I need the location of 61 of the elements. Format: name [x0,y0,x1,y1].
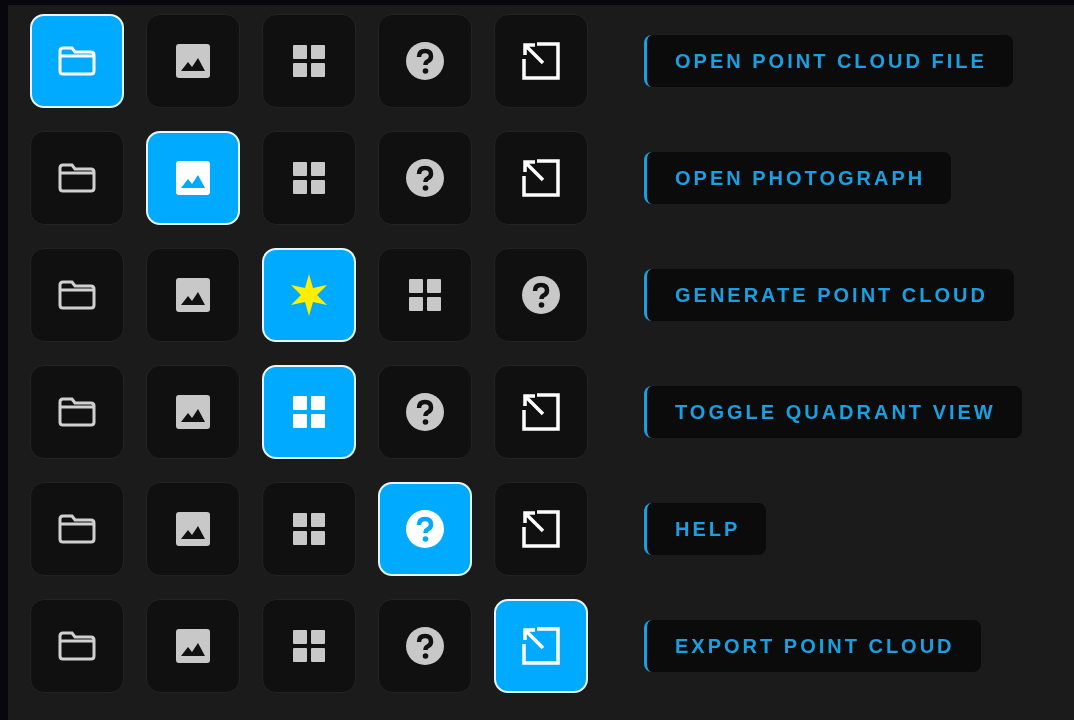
image-icon [175,277,211,313]
grid-button[interactable] [262,482,356,576]
help-icon [406,393,444,431]
image-button[interactable] [146,599,240,693]
folder-button[interactable] [30,248,124,342]
export-icon [521,626,561,666]
grid-icon [409,279,441,311]
export-icon [521,41,561,81]
image-icon [175,160,211,196]
help-icon [522,276,560,314]
export-button[interactable] [494,482,588,576]
grid-button[interactable] [378,248,472,342]
help-button[interactable] [378,599,472,693]
export-button[interactable] [494,365,588,459]
image-button[interactable] [146,248,240,342]
folder-button[interactable] [30,599,124,693]
action-label: OPEN PHOTOGRAPH [644,152,952,204]
action-label: TOGGLE QUADRANT VIEW [644,386,1022,438]
help-button[interactable] [378,131,472,225]
image-button[interactable] [146,365,240,459]
grid-button[interactable] [262,131,356,225]
export-icon [521,158,561,198]
grid-icon [293,396,325,428]
export-icon [521,509,561,549]
folder-icon [57,279,97,311]
star-button[interactable] [262,248,356,342]
image-icon [175,394,211,430]
image-icon [175,43,211,79]
folder-icon [57,45,97,77]
help-icon [406,42,444,80]
help-icon [406,510,444,548]
action-label: EXPORT POINT CLOUD [644,620,981,672]
grid-icon [293,45,325,77]
grid-icon [293,162,325,194]
folder-icon [57,630,97,662]
action-label: HELP [644,503,767,555]
help-icon [406,159,444,197]
image-button[interactable] [146,482,240,576]
folder-button[interactable] [30,365,124,459]
folder-icon [57,513,97,545]
grid-button[interactable] [262,599,356,693]
help-button[interactable] [378,365,472,459]
image-icon [175,628,211,664]
export-button[interactable] [494,14,588,108]
grid-button[interactable] [262,14,356,108]
help-button[interactable] [494,248,588,342]
folder-icon [57,162,97,194]
folder-icon [57,396,97,428]
image-icon [175,511,211,547]
folder-button[interactable] [30,482,124,576]
star-icon [289,274,329,316]
image-button[interactable] [146,14,240,108]
help-button[interactable] [378,14,472,108]
help-icon [406,627,444,665]
export-icon [521,392,561,432]
grid-icon [293,630,325,662]
action-label: GENERATE POINT CLOUD [644,269,1014,321]
grid-icon [293,513,325,545]
action-label: OPEN POINT CLOUD FILE [644,35,1013,87]
export-button[interactable] [494,131,588,225]
folder-button[interactable] [30,131,124,225]
